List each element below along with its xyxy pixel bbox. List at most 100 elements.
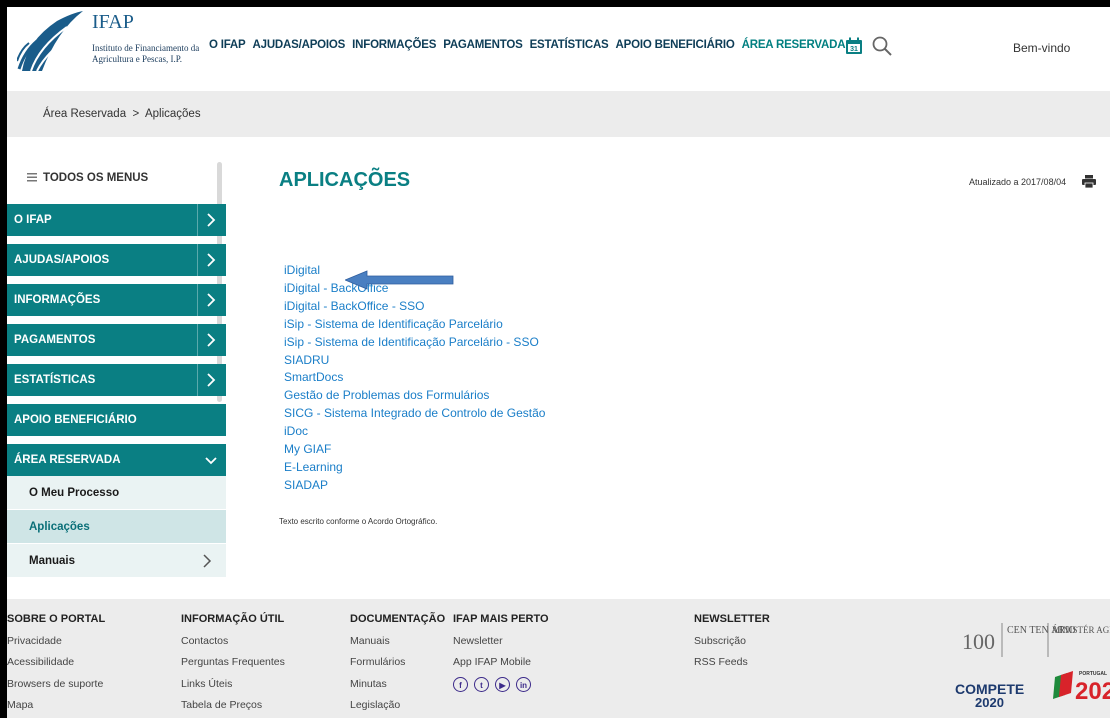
nav-estatisticas[interactable]: ESTATÍSTICAS bbox=[530, 39, 609, 51]
orthographic-note: Texto escrito conforme o Acordo Ortográf… bbox=[279, 517, 438, 526]
chevron-right-icon[interactable] bbox=[197, 364, 226, 396]
footer-col-sobre: SOBRE O PORTAL Privacidade Acessibilidad… bbox=[7, 609, 105, 717]
app-link-siadap[interactable]: SIADAP bbox=[284, 477, 545, 495]
sidebar-subitem-label: Aplicações bbox=[29, 521, 90, 533]
logo-title: IFAP bbox=[92, 11, 134, 33]
footer-link[interactable]: Contactos bbox=[181, 631, 285, 653]
footer-link[interactable]: Formulários bbox=[350, 652, 445, 674]
sidebar-item-label: ESTATÍSTICAS bbox=[14, 374, 96, 386]
nav-area-reservada[interactable]: ÁREA RESERVADA bbox=[742, 39, 846, 51]
footer-link[interactable]: Minutas bbox=[350, 674, 445, 696]
footer-link[interactable]: Tabela de Preços bbox=[181, 695, 285, 717]
footer-link[interactable]: RSS Feeds bbox=[694, 652, 770, 674]
footer-link[interactable]: Perguntas Frequentes bbox=[181, 652, 285, 674]
twitter-icon[interactable]: t bbox=[474, 676, 489, 692]
footer-link[interactable]: Manuais bbox=[350, 631, 445, 653]
breadcrumb-bar: Área Reservada > Aplicações bbox=[7, 91, 1110, 137]
youtube-icon[interactable]: ▶ bbox=[495, 676, 510, 692]
portugal-2020-text: 2020 bbox=[1075, 678, 1110, 705]
app-link-smartdocs[interactable]: SmartDocs bbox=[284, 369, 545, 387]
social-links: f t ▶ in bbox=[453, 676, 549, 692]
compete-2020-logo: COMPETE 2020 PORTUGAL 2020 bbox=[955, 671, 1110, 710]
sidebar-item-area-reservada[interactable]: ÁREA RESERVADA bbox=[7, 444, 226, 476]
footer-link[interactable]: Browsers de suporte bbox=[7, 674, 105, 696]
sidebar-item-label: PAGAMENTOS bbox=[14, 334, 96, 346]
nav-ajudas-apoios[interactable]: AJUDAS/APOIOS bbox=[253, 39, 346, 51]
calendar-day: 31 bbox=[850, 46, 858, 53]
applications-list: iDigital iDigital - BackOffice iDigital … bbox=[284, 262, 545, 495]
sidebar-subitem-aplicacoes[interactable]: Aplicações bbox=[7, 510, 226, 544]
sidebar-item-apoio-beneficiario[interactable]: APOIO BENEFICIÁRIO bbox=[7, 404, 226, 436]
ministry-text: MINISTÉR AGRICULT bbox=[1052, 625, 1110, 635]
centenario-number: 100 bbox=[962, 629, 995, 654]
nav-apoio-beneficiario[interactable]: APOIO BENEFICIÁRIO bbox=[616, 39, 735, 51]
site-footer: SOBRE O PORTAL Privacidade Acessibilidad… bbox=[7, 599, 1110, 718]
site-header: IFAP Instituto de Financiamento da Agric… bbox=[7, 7, 1110, 91]
sidebar-item-label: INFORMAÇÕES bbox=[14, 294, 101, 306]
sidebar-item-label: AJUDAS/APOIOS bbox=[14, 254, 110, 266]
welcome-text[interactable]: Bem-vindo bbox=[1013, 41, 1070, 55]
search-icon[interactable] bbox=[871, 35, 893, 57]
annotation-arrow-icon bbox=[345, 270, 454, 290]
sidebar-item-estatisticas[interactable]: ESTATÍSTICAS bbox=[7, 364, 226, 396]
sidebar-heading[interactable]: TODOS OS MENUS bbox=[43, 172, 148, 184]
app-link-isip[interactable]: iSip - Sistema de Identificação Parcelár… bbox=[284, 316, 545, 334]
nav-o-ifap[interactable]: O IFAP bbox=[209, 39, 246, 51]
app-link-my-giaf[interactable]: My GIAF bbox=[284, 441, 545, 459]
calendar-icon[interactable]: 31 bbox=[845, 37, 863, 55]
browser-page: IFAP Instituto de Financiamento da Agric… bbox=[7, 7, 1110, 718]
sidebar-item-ajudas-apoios[interactable]: AJUDAS/APOIOS bbox=[7, 244, 226, 276]
footer-col-newsletter: NEWSLETTER Subscrição RSS Feeds bbox=[694, 609, 770, 674]
footer-heading: NEWSLETTER bbox=[694, 613, 770, 625]
footer-col-ifap-mais-perto: IFAP MAIS PERTO Newsletter App IFAP Mobi… bbox=[453, 609, 549, 692]
footer-heading: INFORMAÇÃO ÚTIL bbox=[181, 613, 285, 625]
sidebar-item-label: ÁREA RESERVADA bbox=[14, 454, 121, 466]
footer-link[interactable]: Links Úteis bbox=[181, 674, 285, 696]
ifap-logo[interactable]: IFAP Instituto de Financiamento da Agric… bbox=[17, 11, 199, 77]
footer-link[interactable]: Legislação bbox=[350, 695, 445, 717]
sidebar-menu: O IFAP AJUDAS/APOIOS INFORMAÇÕES PAGAMEN… bbox=[7, 204, 226, 578]
app-link-isip-sso[interactable]: iSip - Sistema de Identificação Parcelár… bbox=[284, 334, 545, 352]
chevron-right-icon[interactable] bbox=[197, 284, 226, 316]
sidebar-subitem-manuais[interactable]: Manuais bbox=[7, 544, 226, 578]
logo-subtitle: Instituto de Financiamento da Agricultur… bbox=[92, 43, 200, 64]
ifap-logo-mark-icon bbox=[17, 11, 83, 72]
sidebar-item-pagamentos[interactable]: PAGAMENTOS bbox=[7, 324, 226, 356]
portugal-text: PORTUGAL bbox=[1079, 671, 1107, 677]
chevron-down-icon[interactable] bbox=[198, 444, 226, 476]
top-navigation: O IFAP AJUDAS/APOIOS INFORMAÇÕES PAGAMEN… bbox=[209, 39, 852, 51]
sidebar-subitem-label: Manuais bbox=[29, 555, 76, 567]
footer-heading: SOBRE O PORTAL bbox=[7, 613, 106, 625]
app-link-siadru[interactable]: SIADRU bbox=[284, 352, 545, 370]
app-link-gestao-problemas[interactable]: Gestão de Problemas dos Formulários bbox=[284, 387, 545, 405]
footer-link[interactable]: Newsletter bbox=[453, 631, 549, 653]
linkedin-icon[interactable]: in bbox=[516, 676, 531, 692]
app-link-e-learning[interactable]: E-Learning bbox=[284, 459, 545, 477]
footer-link[interactable]: Acessibilidade bbox=[7, 652, 105, 674]
facebook-icon[interactable]: f bbox=[453, 676, 468, 692]
print-icon[interactable] bbox=[1082, 175, 1096, 188]
sidebar-item-o-ifap[interactable]: O IFAP bbox=[7, 204, 226, 236]
breadcrumb[interactable]: Área Reservada > Aplicações bbox=[43, 108, 201, 120]
footer-link[interactable]: App IFAP Mobile bbox=[453, 652, 549, 674]
chevron-right-icon[interactable] bbox=[202, 554, 212, 568]
footer-link[interactable]: Mapa bbox=[7, 695, 105, 717]
sidebar-subitem-label: O Meu Processo bbox=[29, 487, 120, 499]
chevron-right-icon[interactable] bbox=[197, 204, 226, 236]
nav-informacoes[interactable]: INFORMAÇÕES bbox=[352, 39, 436, 51]
page-title: APLICAÇÕES bbox=[279, 169, 411, 191]
app-link-idoc[interactable]: iDoc bbox=[284, 423, 545, 441]
footer-link[interactable]: Subscrição bbox=[694, 631, 770, 653]
menu-icon bbox=[27, 173, 37, 182]
chevron-right-icon[interactable] bbox=[197, 324, 226, 356]
sidebar-subitem-meu-processo[interactable]: O Meu Processo bbox=[7, 476, 226, 510]
app-link-sicg[interactable]: SICG - Sistema Integrado de Controlo de … bbox=[284, 405, 545, 423]
sidebar-item-label: APOIO BENEFICIÁRIO bbox=[14, 414, 137, 426]
updated-date: Atualizado a 2017/08/04 bbox=[969, 177, 1067, 187]
app-link-idigital-backoffice-sso[interactable]: iDigital - BackOffice - SSO bbox=[284, 298, 545, 316]
footer-heading: DOCUMENTAÇÃO bbox=[350, 613, 446, 625]
chevron-right-icon[interactable] bbox=[197, 244, 226, 276]
footer-link[interactable]: Privacidade bbox=[7, 631, 105, 653]
sidebar-item-informacoes[interactable]: INFORMAÇÕES bbox=[7, 284, 226, 316]
nav-pagamentos[interactable]: PAGAMENTOS bbox=[443, 39, 523, 51]
